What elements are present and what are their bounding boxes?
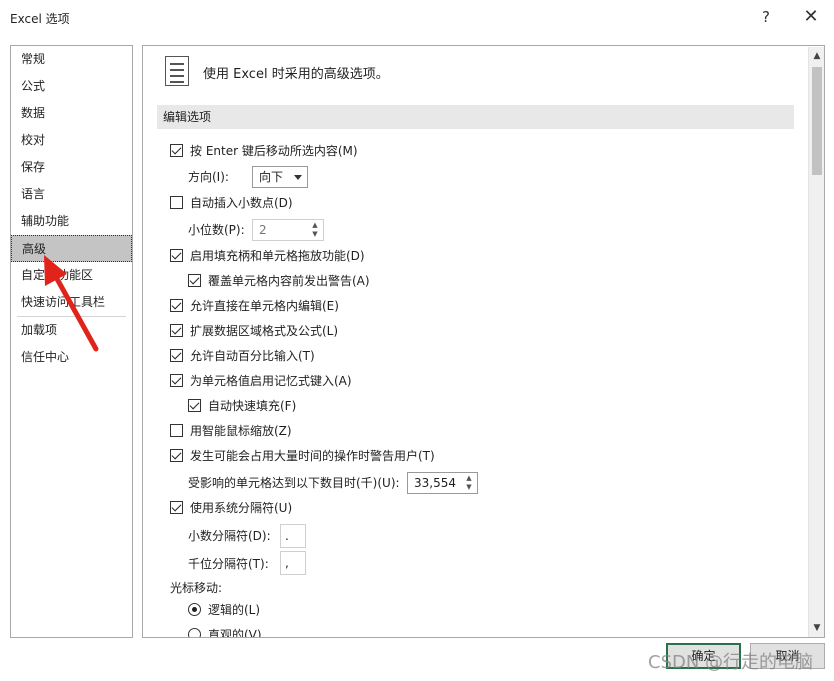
cells-threshold-spinner[interactable]: 33,554 ▲ ▼ xyxy=(407,472,478,494)
option-label: 启用填充柄和单元格拖放功能(D) xyxy=(190,249,365,263)
watermark: CSDN @行走的电脑 xyxy=(648,652,814,673)
spin-up-icon[interactable]: ▲ xyxy=(310,221,320,230)
places-value: 2 xyxy=(259,223,267,237)
panel-header-text: 使用 Excel 时采用的高级选项。 xyxy=(203,67,389,82)
window-title: Excel 选项 xyxy=(10,12,70,26)
checkbox[interactable] xyxy=(170,324,183,337)
direction-value: 向下 xyxy=(259,170,284,184)
option-label: 用智能鼠标缩放(Z) xyxy=(190,424,292,438)
sidebar-item-quick-access-toolbar[interactable]: 快速访问工具栏 xyxy=(11,289,132,316)
options-sidebar: 常规 公式 数据 校对 保存 语言 辅助功能 高级 自定义功能区 快速访问工具栏… xyxy=(10,45,133,638)
sidebar-item-accessibility[interactable]: 辅助功能 xyxy=(11,208,132,235)
checkbox[interactable] xyxy=(170,501,183,514)
option-label: 使用系统分隔符(U) xyxy=(190,501,293,515)
scroll-down-icon[interactable]: ▼ xyxy=(811,621,823,635)
title-bar: Excel 选项 ? ✕ xyxy=(0,0,834,38)
option-label: 直观的(V) xyxy=(208,628,262,638)
option-label: 为单元格值启用记忆式键入(A) xyxy=(190,374,352,388)
sidebar-item-data[interactable]: 数据 xyxy=(11,100,132,127)
sidebar-item-customize-ribbon[interactable]: 自定义功能区 xyxy=(11,262,132,289)
sidebar-item-add-ins[interactable]: 加载项 xyxy=(11,317,132,344)
option-label: 扩展数据区域格式及公式(L) xyxy=(190,324,339,338)
cursor-movement-label: 光标移动: xyxy=(170,581,223,595)
option-label: 允许自动百分比输入(T) xyxy=(190,349,315,363)
thousands-sep-label: 千位分隔符(T): xyxy=(188,557,269,571)
sidebar-item-proofing[interactable]: 校对 xyxy=(11,127,132,154)
radio-button[interactable] xyxy=(188,628,201,637)
sidebar-item-trust-center[interactable]: 信任中心 xyxy=(11,344,132,371)
sidebar-item-save[interactable]: 保存 xyxy=(11,154,132,181)
spin-down-icon[interactable]: ▼ xyxy=(310,230,320,239)
cells-threshold-value: 33,554 xyxy=(414,476,456,490)
vertical-scrollbar[interactable]: ▲ ▼ xyxy=(808,47,824,637)
cells-threshold-label: 受影响的单元格达到以下数目时(千)(U): xyxy=(188,476,400,490)
decimal-sep-label: 小数分隔符(D): xyxy=(188,529,271,543)
sidebar-item-advanced[interactable]: 高级 xyxy=(11,235,132,262)
option-label: 按 Enter 键后移动所选内容(M) xyxy=(190,144,358,158)
help-button[interactable]: ? xyxy=(756,6,776,28)
places-spinner[interactable]: 2 ▲ ▼ xyxy=(252,219,324,241)
sidebar-item-formulas[interactable]: 公式 xyxy=(11,73,132,100)
scrollbar-thumb[interactable] xyxy=(812,67,822,175)
checkbox[interactable] xyxy=(170,349,183,362)
spin-down-icon[interactable]: ▼ xyxy=(464,483,474,492)
places-label: 小位数(P): xyxy=(188,223,245,237)
checkbox[interactable] xyxy=(170,449,183,462)
checkbox[interactable] xyxy=(170,196,183,209)
direction-label: 方向(I): xyxy=(188,170,229,184)
scroll-up-icon[interactable]: ▲ xyxy=(811,49,823,63)
sidebar-item-general[interactable]: 常规 xyxy=(11,46,132,73)
thousands-separator-field[interactable]: , xyxy=(280,551,306,575)
option-label: 允许直接在单元格内编辑(E) xyxy=(190,299,339,313)
option-label: 自动快速填充(F) xyxy=(208,399,297,413)
sidebar-item-language[interactable]: 语言 xyxy=(11,181,132,208)
checkbox[interactable] xyxy=(170,299,183,312)
close-button[interactable]: ✕ xyxy=(798,5,824,29)
option-label: 逻辑的(L) xyxy=(208,603,261,617)
option-label: 发生可能会占用大量时间的操作时警告用户(T) xyxy=(190,449,435,463)
checkbox[interactable] xyxy=(170,144,183,157)
checkbox[interactable] xyxy=(170,424,183,437)
option-label: 自动插入小数点(D) xyxy=(190,196,293,210)
section-editing-options: 编辑选项 xyxy=(157,105,794,129)
option-label: 覆盖单元格内容前发出警告(A) xyxy=(208,274,370,288)
checkbox[interactable] xyxy=(170,374,183,387)
direction-select[interactable]: 向下 xyxy=(252,166,308,188)
spin-up-icon[interactable]: ▲ xyxy=(464,474,474,483)
checkbox[interactable] xyxy=(188,274,201,287)
checkbox[interactable] xyxy=(188,399,201,412)
checkbox[interactable] xyxy=(170,249,183,262)
radio-button[interactable] xyxy=(188,603,201,616)
advanced-options-icon xyxy=(165,56,189,86)
decimal-separator-field[interactable]: . xyxy=(280,524,306,548)
advanced-options-panel: 使用 Excel 时采用的高级选项。 编辑选项 按 Enter 键后移动所选内容… xyxy=(142,45,825,638)
chevron-down-icon xyxy=(294,175,302,180)
